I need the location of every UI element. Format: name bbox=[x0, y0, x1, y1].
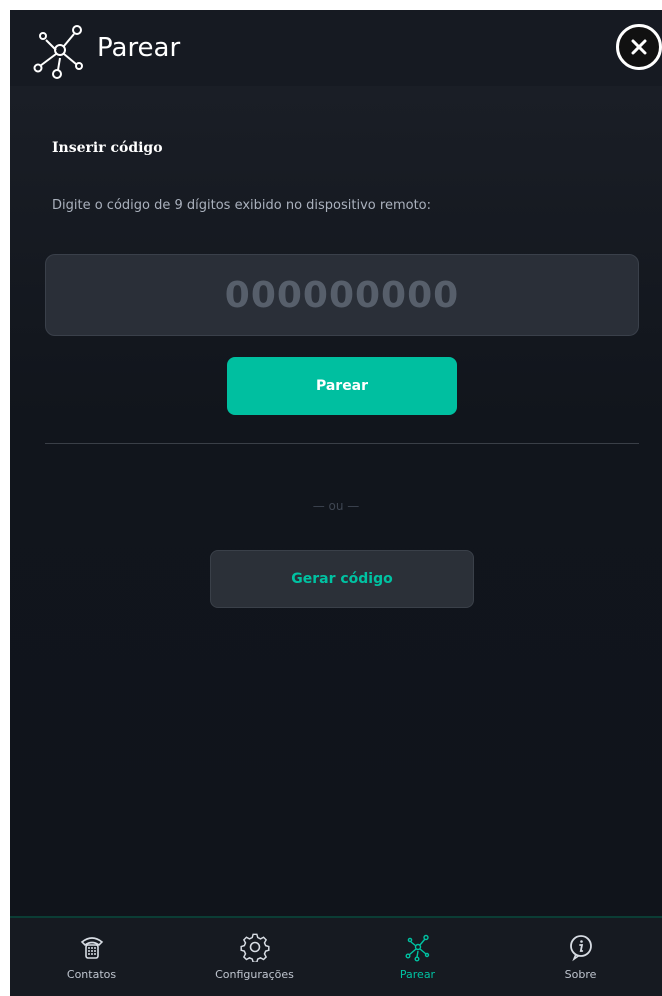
nav-label: Configurações bbox=[215, 968, 294, 981]
pair-content: Inserir código Digite o código de 9 dígi… bbox=[10, 86, 662, 916]
network-pair-icon bbox=[405, 934, 429, 962]
header: Parear bbox=[10, 10, 662, 86]
nav-label: Parear bbox=[399, 968, 436, 981]
instruction-text: Digite o código de 9 dígitos exibido no … bbox=[52, 198, 431, 213]
bottom-nav: Contatos Configurações Parear Sobre bbox=[10, 916, 662, 996]
nav-label: Contatos bbox=[66, 968, 117, 981]
generate-code-button[interactable]: Gerar código bbox=[210, 550, 474, 608]
nav-item-configuracoes[interactable]: Configurações bbox=[173, 918, 336, 996]
info-icon bbox=[569, 935, 592, 962]
nav-item-contatos[interactable]: Contatos bbox=[10, 918, 173, 996]
or-separator: — ou — bbox=[312, 499, 360, 513]
close-icon bbox=[631, 39, 647, 55]
page-title: Parear bbox=[97, 33, 181, 63]
phone-icon bbox=[80, 937, 103, 959]
divider bbox=[45, 443, 639, 444]
section-title: Inserir código bbox=[52, 140, 163, 156]
network-pair-icon bbox=[33, 25, 83, 79]
pair-button[interactable]: Parear bbox=[227, 357, 457, 415]
code-input[interactable] bbox=[45, 254, 639, 336]
nav-label: Sobre bbox=[564, 968, 597, 981]
nav-item-parear[interactable]: Parear bbox=[336, 918, 499, 996]
pair-window: Parear Inserir código Digite o código de… bbox=[10, 10, 662, 996]
nav-item-sobre[interactable]: Sobre bbox=[499, 918, 662, 996]
close-button[interactable] bbox=[616, 24, 662, 70]
gear-icon bbox=[239, 933, 270, 962]
